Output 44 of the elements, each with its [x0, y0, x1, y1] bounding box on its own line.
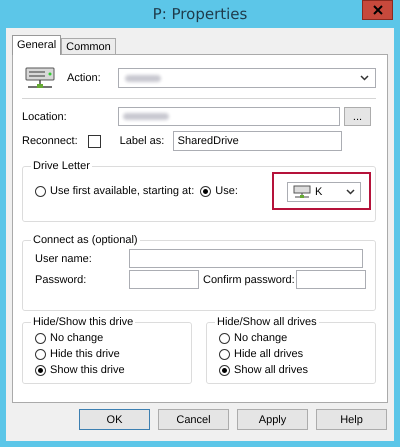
- blurred-value: [124, 74, 161, 82]
- group-title: Connect as (optional): [32, 234, 139, 246]
- window-title: P: Properties: [152, 5, 248, 23]
- tab[interactable]: General: [12, 35, 62, 55]
- radio-option[interactable]: Hide this drive: [35, 346, 173, 362]
- radio-option[interactable]: Use:: [200, 185, 238, 197]
- network-drive-icon: [24, 66, 56, 90]
- close-icon: [372, 5, 382, 15]
- blurred-value: [123, 113, 169, 120]
- confirm-password-field[interactable]: [296, 270, 366, 289]
- password-field[interactable]: [129, 270, 199, 289]
- group-title: Hide/Show all drives: [216, 316, 318, 328]
- chevron-down-icon: [360, 75, 369, 81]
- action-dropdown[interactable]: [118, 68, 376, 88]
- network-drive-icon: [293, 185, 311, 199]
- radio-option[interactable]: Hide all drives: [219, 346, 357, 362]
- user-name-field[interactable]: [129, 249, 363, 268]
- field-label: Location:: [22, 110, 68, 122]
- location-field[interactable]: [118, 107, 340, 126]
- group-title: Hide/Show this drive: [32, 316, 134, 328]
- dialog-button[interactable]: Help: [316, 409, 387, 430]
- tab[interactable]: Common: [61, 38, 116, 55]
- close-button[interactable]: [362, 0, 393, 20]
- drive-letter-value: K: [315, 186, 324, 198]
- label-field[interactable]: SharedDrive: [172, 131, 342, 151]
- dialog-button[interactable]: Cancel: [158, 409, 229, 430]
- group-title: Drive Letter: [32, 160, 91, 172]
- dialog-button[interactable]: OK: [79, 409, 150, 430]
- browse-button[interactable]: ...: [344, 107, 371, 126]
- dialog-button[interactable]: Apply: [237, 409, 308, 430]
- radio-option[interactable]: Show this drive: [35, 362, 173, 378]
- field-label: Reconnect:: [22, 135, 78, 147]
- field-label: Confirm password:: [203, 274, 295, 286]
- field-label: Label as:: [120, 135, 166, 147]
- radio-option[interactable]: Show all drives: [219, 362, 357, 378]
- field-label: User name:: [35, 252, 93, 264]
- reconnect-checkbox[interactable]: [88, 134, 101, 148]
- radio-option[interactable]: No change: [35, 330, 173, 346]
- drive-letter-dropdown[interactable]: K: [287, 182, 361, 202]
- field-label: Action:: [67, 72, 101, 84]
- chevron-down-icon: [346, 189, 355, 195]
- field-label: Password:: [35, 274, 88, 286]
- radio-option[interactable]: No change: [219, 330, 357, 346]
- radio-option[interactable]: Use first available, starting at:: [35, 185, 194, 197]
